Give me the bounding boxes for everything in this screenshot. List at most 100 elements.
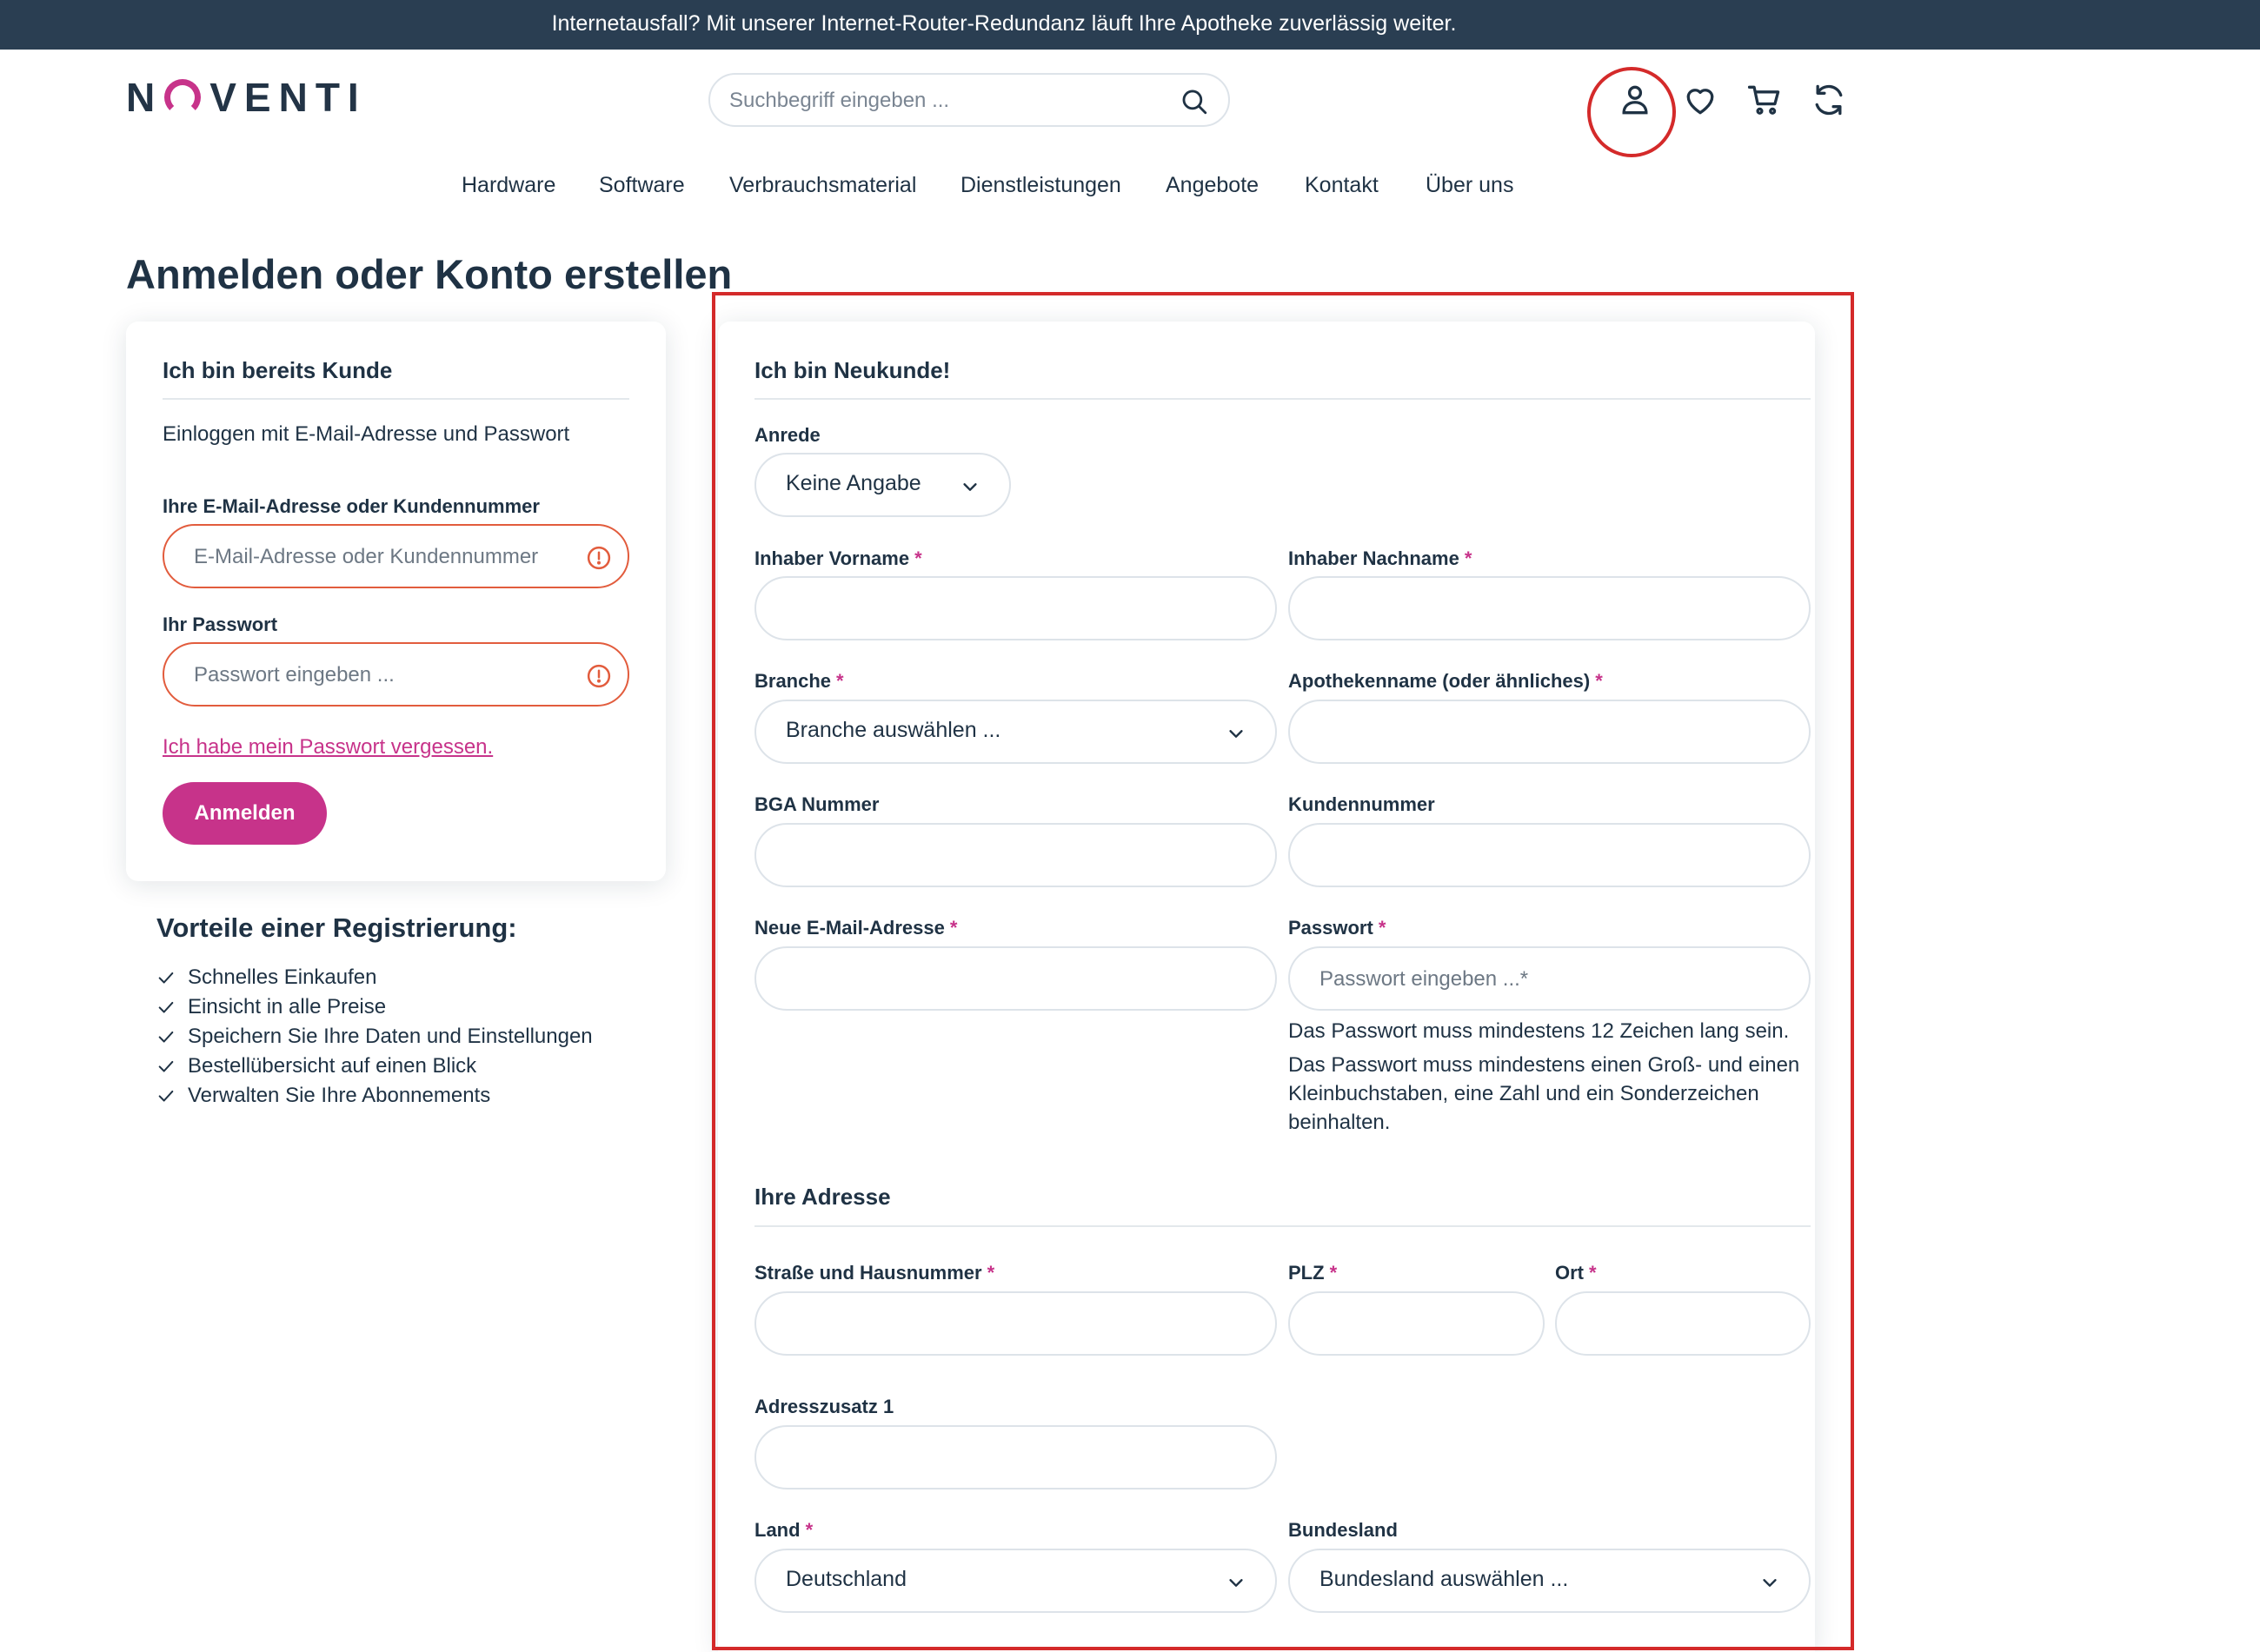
zip-input[interactable] <box>1319 1310 1486 1338</box>
search-bar[interactable] <box>708 73 1230 127</box>
last-name-field[interactable] <box>1288 576 1811 640</box>
nav-item-hardware[interactable]: Hardware <box>462 170 555 200</box>
nav-item-software[interactable]: Software <box>599 170 685 200</box>
state-value: Bundesland auswählen ... <box>1319 1567 1569 1591</box>
salutation-value: Keine Angabe <box>786 471 921 495</box>
account-icon[interactable] <box>1616 81 1654 119</box>
login-email-label: Ihre E-Mail-Adresse oder Kundennummer <box>163 495 540 517</box>
new-email-field[interactable] <box>754 946 1277 1011</box>
login-password-field[interactable] <box>163 642 629 707</box>
street-input[interactable] <box>786 1310 1218 1338</box>
search-icon[interactable] <box>1180 87 1209 116</box>
city-input[interactable] <box>1586 1310 1752 1338</box>
new-email-label: Neue E-Mail-Adresse * <box>754 917 958 939</box>
last-name-label: Inhaber Nachname * <box>1288 547 1472 569</box>
registration-divider <box>754 398 1811 400</box>
error-icon <box>587 546 611 570</box>
customer-number-label: Kundennummer <box>1288 793 1435 815</box>
bga-number-field[interactable] <box>754 823 1277 887</box>
country-label: Land * <box>754 1519 814 1541</box>
login-card-title: Ich bin bereits Kunde <box>163 357 393 383</box>
state-select[interactable]: Bundesland auswählen ... <box>1288 1549 1811 1613</box>
benefit-item: Schnelles Einkaufen <box>156 963 593 992</box>
check-icon <box>158 1001 174 1013</box>
first-name-input[interactable] <box>786 595 1218 623</box>
chevron-down-icon <box>1763 1579 1777 1587</box>
chevron-down-icon <box>1229 730 1243 738</box>
password-hint-length: Das Passwort muss mindestens 12 Zeichen … <box>1288 1019 1790 1043</box>
zip-label: PLZ * <box>1288 1262 1338 1284</box>
nav-item-kontakt[interactable]: Kontakt <box>1305 170 1379 200</box>
branch-label: Branche * <box>754 670 844 692</box>
address-extra-label: Adresszusatz 1 <box>754 1396 894 1417</box>
bga-number-label: BGA Nummer <box>754 793 880 815</box>
chevron-down-icon <box>963 483 977 491</box>
error-icon <box>587 664 611 688</box>
customer-number-input[interactable] <box>1319 842 1752 870</box>
street-label: Straße und Hausnummer * <box>754 1262 995 1284</box>
registration-title: Ich bin Neukunde! <box>754 357 951 383</box>
address-extra-field[interactable] <box>754 1425 1277 1489</box>
cart-icon[interactable] <box>1745 81 1784 119</box>
logo-letter-n: N <box>126 75 163 120</box>
login-subtitle: Einloggen mit E-Mail-Adresse und Passwor… <box>163 422 570 446</box>
noventi-logo[interactable]: N VENTI <box>126 75 367 120</box>
last-name-input[interactable] <box>1319 595 1752 623</box>
salutation-select[interactable]: Keine Angabe <box>754 453 1011 517</box>
benefit-item: Speichern Sie Ihre Daten und Einstellung… <box>156 1022 593 1052</box>
check-icon <box>158 1060 174 1072</box>
bga-number-input[interactable] <box>786 842 1218 870</box>
benefit-item: Bestellübersicht auf einen Blick <box>156 1052 593 1081</box>
nav-item-angebote[interactable]: Angebote <box>1166 170 1259 200</box>
check-icon <box>158 1031 174 1043</box>
login-divider <box>163 398 629 400</box>
address-section-title: Ihre Adresse <box>754 1184 891 1210</box>
login-password-input[interactable] <box>194 661 570 689</box>
new-password-field[interactable] <box>1288 946 1811 1011</box>
benefits-title: Vorteile einer Registrierung: <box>156 912 517 943</box>
zip-field[interactable] <box>1288 1291 1545 1356</box>
benefits-list: Schnelles Einkaufen Einsicht in alle Pre… <box>156 963 593 1111</box>
password-hint-complexity: Das Passwort muss mindestens einen Groß-… <box>1288 1053 1800 1134</box>
pharmacy-name-label: Apothekenname (oder ähnliches) * <box>1288 670 1603 692</box>
pharmacy-name-input[interactable] <box>1319 719 1752 746</box>
city-label: Ort * <box>1555 1262 1597 1284</box>
page-title: Anmelden oder Konto erstellen <box>126 251 733 297</box>
new-password-label: Passwort * <box>1288 917 1386 939</box>
nav-item-ueber-uns[interactable]: Über uns <box>1426 170 1513 200</box>
pharmacy-name-field[interactable] <box>1288 700 1811 764</box>
nav-item-dienstleistungen[interactable]: Dienstleistungen <box>960 170 1121 200</box>
logo-letters: VENTI <box>209 75 367 120</box>
logo-ring-icon <box>164 79 202 116</box>
announcement-bar: Internetausfall? Mit unserer Internet-Ro… <box>0 0 2260 50</box>
login-password-label: Ihr Passwort <box>163 614 278 635</box>
street-field[interactable] <box>754 1291 1277 1356</box>
announcement-text: Internetausfall? Mit unserer Internet-Ro… <box>551 11 1457 36</box>
branch-select[interactable]: Branche auswählen ... <box>754 700 1277 764</box>
forgot-password-link[interactable]: Ich habe mein Passwort vergessen. <box>163 735 493 760</box>
first-name-field[interactable] <box>754 576 1277 640</box>
main-navigation: Hardware Software Verbrauchsmaterial Die… <box>0 170 2260 202</box>
customer-number-field[interactable] <box>1288 823 1811 887</box>
refresh-icon[interactable] <box>1810 81 1848 119</box>
heart-icon[interactable] <box>1681 81 1719 119</box>
benefit-item: Verwalten Sie Ihre Abonnements <box>156 1081 593 1111</box>
search-input[interactable] <box>729 85 1164 116</box>
address-extra-input[interactable] <box>786 1444 1218 1472</box>
address-divider <box>754 1225 1811 1227</box>
login-button[interactable]: Anmelden <box>163 782 327 845</box>
new-email-input[interactable] <box>786 965 1218 993</box>
city-field[interactable] <box>1555 1291 1811 1356</box>
login-email-field[interactable] <box>163 524 629 588</box>
first-name-label: Inhaber Vorname * <box>754 547 922 569</box>
check-icon <box>158 972 174 984</box>
nav-item-verbrauchsmaterial[interactable]: Verbrauchsmaterial <box>729 170 916 200</box>
salutation-label: Anrede <box>754 424 821 446</box>
country-value: Deutschland <box>786 1567 907 1591</box>
benefit-item: Einsicht in alle Preise <box>156 992 593 1022</box>
login-email-input[interactable] <box>194 543 570 571</box>
branch-value: Branche auswählen ... <box>786 718 1001 742</box>
check-icon <box>158 1090 174 1102</box>
new-password-input[interactable] <box>1319 965 1752 993</box>
country-select[interactable]: Deutschland <box>754 1549 1277 1613</box>
